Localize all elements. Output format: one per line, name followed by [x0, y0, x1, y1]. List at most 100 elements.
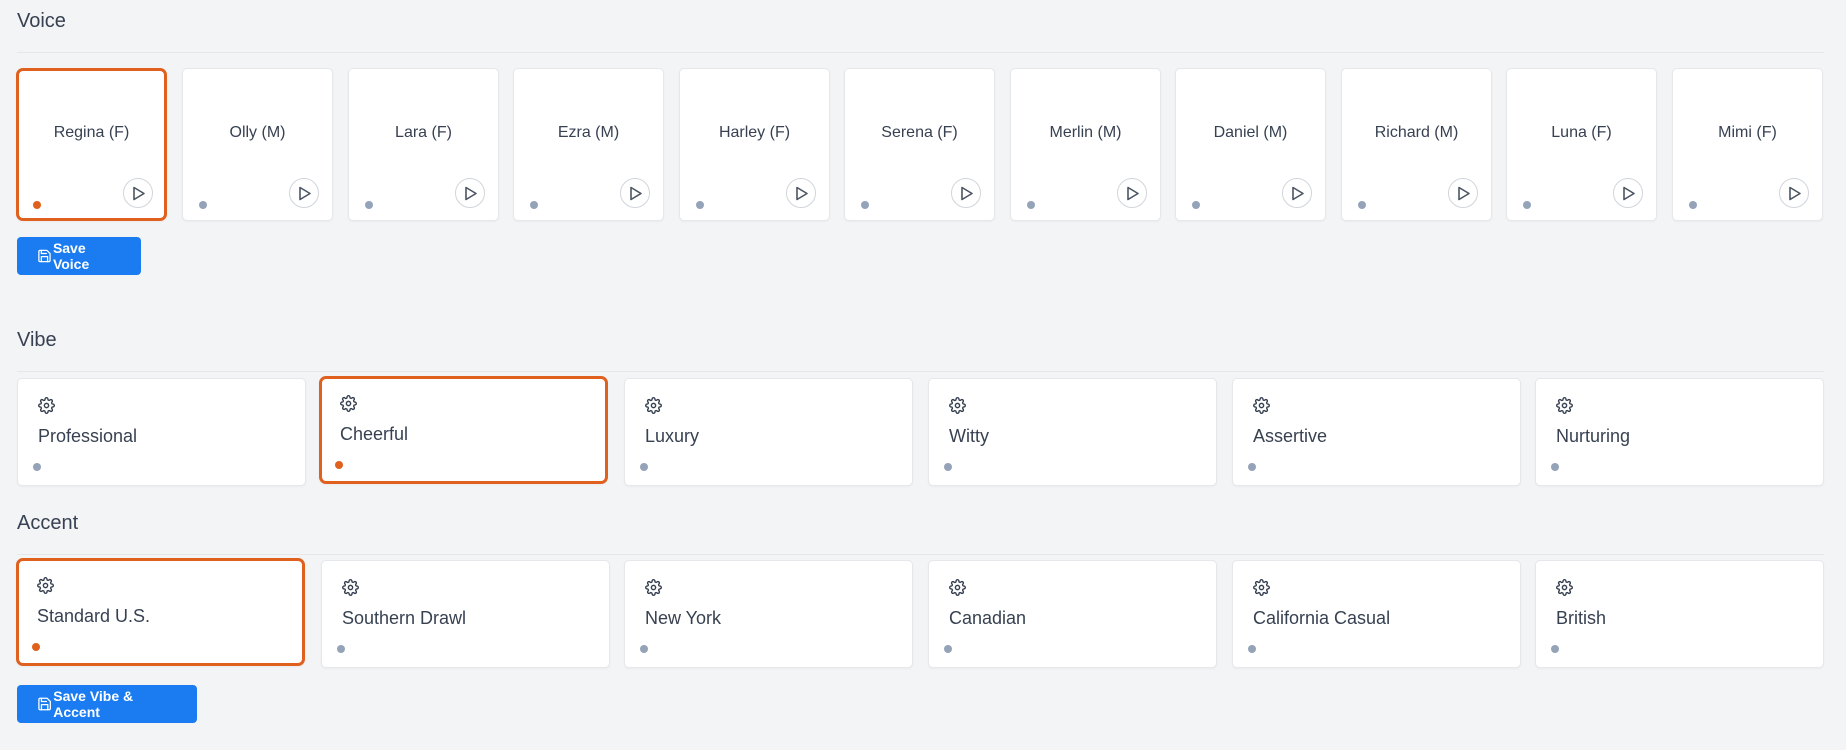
play-preview-button[interactable] [1779, 178, 1809, 208]
accent-card-southern-drawl[interactable]: Southern Drawl [321, 560, 610, 668]
vibe-section-title: Vibe [17, 329, 57, 351]
status-dot [530, 201, 538, 209]
status-dot [1551, 463, 1559, 471]
play-preview-button[interactable] [1282, 178, 1312, 208]
vibe-card-label: Luxury [645, 426, 700, 446]
vibe-card-professional[interactable]: Professional [17, 378, 306, 486]
play-preview-button[interactable] [1448, 178, 1478, 208]
play-icon [465, 186, 477, 201]
status-dot [640, 645, 648, 653]
status-dot [944, 645, 952, 653]
accent-card-label: Standard U.S. [37, 606, 151, 626]
voice-card-label: Serena (F) [881, 124, 958, 141]
vibe-card-witty[interactable]: Witty [928, 378, 1217, 486]
voice-card-lara[interactable]: Lara (F) [348, 68, 499, 221]
voice-card-serena[interactable]: Serena (F) [844, 68, 995, 221]
voice-card-label: Luna (F) [1551, 124, 1612, 141]
gear-icon [37, 577, 54, 594]
status-dot [1551, 645, 1559, 653]
accent-card-canadian[interactable]: Canadian [928, 560, 1217, 668]
accent-card-label: Canadian [949, 608, 1027, 628]
status-dot [1358, 201, 1366, 209]
voice-section-title: Voice [17, 10, 66, 32]
status-dot [365, 201, 373, 209]
vibe-section-header: Vibe [17, 327, 1824, 372]
status-dot [337, 645, 345, 653]
voice-card-olly[interactable]: Olly (M) [182, 68, 333, 221]
floppy-disk-icon [38, 249, 51, 263]
gear-icon [1253, 397, 1270, 414]
play-icon [1458, 186, 1470, 201]
status-dot [1192, 201, 1200, 209]
voice-card-regina[interactable]: Regina (F) [16, 68, 167, 221]
gear-icon [1556, 579, 1573, 596]
status-dot [640, 463, 648, 471]
play-preview-button[interactable] [123, 178, 153, 208]
accent-card-standard-us[interactable]: Standard U.S. [16, 558, 305, 666]
status-dot [1689, 201, 1697, 209]
accent-card-label: California Casual [1253, 608, 1391, 628]
gear-icon [340, 395, 357, 412]
save-voice-label: Save Voice [52, 240, 90, 272]
save-voice-button[interactable]: Save Voice [17, 237, 141, 275]
accent-card-label: New York [645, 608, 722, 628]
voice-card-harley[interactable]: Harley (F) [679, 68, 830, 221]
play-icon [299, 186, 311, 201]
status-dot [1523, 201, 1531, 209]
selected-status-dot [32, 643, 40, 651]
gear-icon [38, 397, 55, 414]
accent-section-title: Accent [17, 512, 79, 534]
play-icon [1623, 186, 1635, 201]
voice-card-mimi[interactable]: Mimi (F) [1672, 68, 1823, 221]
vibe-card-luxury[interactable]: Luxury [624, 378, 913, 486]
play-preview-button[interactable] [786, 178, 816, 208]
save-vibe-accent-button[interactable]: Save Vibe & Accent [17, 685, 197, 723]
play-icon [961, 186, 973, 201]
accent-card-british[interactable]: British [1535, 560, 1824, 668]
status-dot [1027, 201, 1035, 209]
play-preview-button[interactable] [1613, 178, 1643, 208]
play-preview-button[interactable] [1117, 178, 1147, 208]
voice-card-ezra[interactable]: Ezra (M) [513, 68, 664, 221]
selected-status-dot [33, 201, 41, 209]
play-preview-button[interactable] [951, 178, 981, 208]
selected-status-dot [335, 461, 343, 469]
vibe-card-label: Witty [949, 426, 989, 446]
voice-card-label: Lara (F) [395, 124, 452, 141]
gear-icon [1253, 579, 1270, 596]
vibe-card-label: Professional [38, 426, 138, 446]
voice-section-header: Voice [17, 8, 1824, 53]
voice-card-label: Richard (M) [1374, 124, 1459, 141]
voice-card-daniel[interactable]: Daniel (M) [1175, 68, 1326, 221]
accent-section-header: Accent [17, 510, 1824, 555]
status-dot [33, 463, 41, 471]
voice-card-label: Harley (F) [718, 124, 791, 141]
play-preview-button[interactable] [289, 178, 319, 208]
play-preview-button[interactable] [455, 178, 485, 208]
voice-card-label: Merlin (M) [1049, 124, 1122, 141]
accent-card-new-york[interactable]: New York [624, 560, 913, 668]
gear-icon [645, 579, 662, 596]
accent-card-california-casual[interactable]: California Casual [1232, 560, 1521, 668]
gear-icon [645, 397, 662, 414]
vibe-card-label: Nurturing [1556, 426, 1631, 446]
status-dot [199, 201, 207, 209]
status-dot [1248, 645, 1256, 653]
voice-card-richard[interactable]: Richard (M) [1341, 68, 1492, 221]
voice-card-merlin[interactable]: Merlin (M) [1010, 68, 1161, 221]
play-preview-button[interactable] [620, 178, 650, 208]
vibe-card-cheerful[interactable]: Cheerful [319, 376, 608, 484]
vibe-card-assertive[interactable]: Assertive [1232, 378, 1521, 486]
voice-card-label: Regina (F) [53, 124, 130, 141]
vibe-card-label: Assertive [1253, 426, 1328, 446]
gear-icon [342, 579, 359, 596]
voice-card-label: Daniel (M) [1213, 124, 1288, 141]
voice-card-label: Mimi (F) [1718, 124, 1777, 141]
voice-card-luna[interactable]: Luna (F) [1506, 68, 1657, 221]
play-icon [1292, 186, 1304, 201]
play-icon [796, 186, 808, 201]
vibe-card-nurturing[interactable]: Nurturing [1535, 378, 1824, 486]
floppy-disk-icon [38, 697, 51, 711]
play-icon [133, 186, 145, 201]
accent-card-label: British [1556, 608, 1607, 628]
